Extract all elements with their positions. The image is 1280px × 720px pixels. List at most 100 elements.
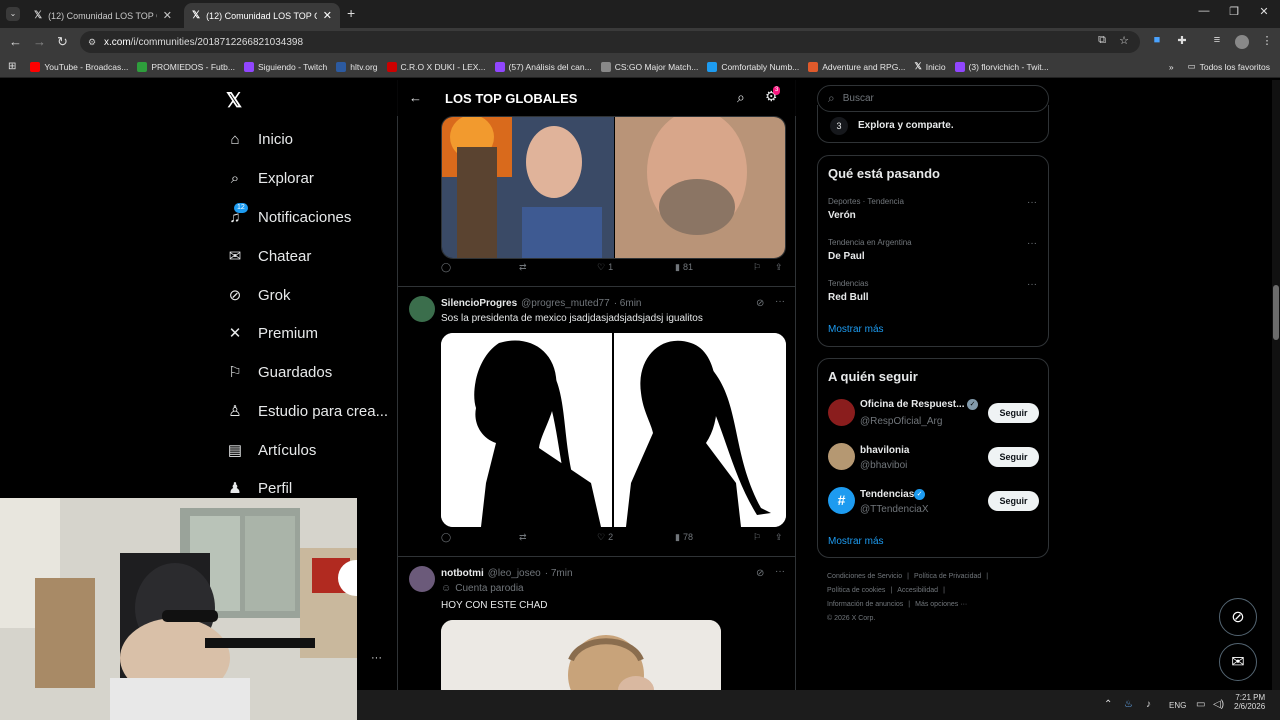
extension-icon[interactable]: ■	[1148, 34, 1166, 46]
restore-button[interactable]: ❐	[1224, 5, 1244, 18]
follow-show-more-link[interactable]: Mostrar más	[828, 536, 884, 547]
browser-tab-1[interactable]: 𝕏 (12) Comunidad LOS TOP GLOB... ✕	[26, 3, 180, 28]
like-button[interactable]: ♡ 1	[597, 262, 613, 273]
bookmark-item[interactable]: Comfortably Numb...	[707, 61, 799, 72]
microphone-icon[interactable]: ♪	[1146, 699, 1151, 710]
post-author-name[interactable]: SilencioProgres	[441, 298, 517, 309]
media-controls-icon[interactable]: ≡	[1208, 34, 1226, 46]
trend-more-icon[interactable]: ···	[1027, 197, 1037, 208]
tab-close-icon[interactable]: ✕	[163, 9, 172, 22]
share-button[interactable]: ⇪	[775, 532, 783, 543]
hashtag-avatar-icon[interactable]: #	[828, 487, 855, 514]
reply-button[interactable]: ◯	[441, 532, 451, 543]
bookmark-item[interactable]: CS:GO Major Match...	[600, 61, 698, 72]
views-button[interactable]: ▮ 78	[675, 532, 693, 543]
step-text[interactable]: Explora y comparte.	[858, 120, 954, 131]
star-icon[interactable]: ☆	[1115, 34, 1133, 47]
post-author-handle[interactable]: @progres_muted77	[521, 298, 610, 309]
trend-item[interactable]: Tendencias Red Bull ···	[818, 276, 1048, 314]
post-author-name[interactable]: notbotmi	[441, 568, 484, 579]
nav-item-studio[interactable]: ♙ Estudio para crea...	[226, 396, 388, 426]
trend-item[interactable]: Deportes · Tendencia Verón ···	[818, 194, 1048, 232]
follow-button[interactable]: Seguir	[988, 403, 1039, 423]
follow-suggestion[interactable]: # Tendencias ✓ @TTendenciaX Seguir	[818, 485, 1048, 521]
new-tab-button[interactable]: +	[347, 5, 355, 21]
post-author-handle[interactable]: @leo_joseo	[488, 568, 541, 579]
all-favorites-folder[interactable]: ▭ Todos los favoritos	[1188, 61, 1270, 72]
steam-tray-icon[interactable]: ♨	[1124, 699, 1133, 710]
bookmark-item[interactable]: C.R.O X DUKI - LEX...	[386, 61, 486, 72]
language-indicator[interactable]: ENG	[1169, 701, 1186, 710]
scrollbar-thumb[interactable]	[1273, 285, 1279, 340]
taskbar-clock[interactable]: 7:21 PM 2/6/2026	[1234, 693, 1265, 711]
views-button[interactable]: ▮ 81	[675, 262, 693, 273]
minimize-button[interactable]: —	[1194, 5, 1214, 17]
post-time[interactable]: · 6min	[614, 298, 642, 309]
tray-chevron-icon[interactable]: ⌃	[1104, 699, 1112, 710]
post-media[interactable]	[441, 620, 721, 690]
page-scrollbar[interactable]	[1272, 80, 1280, 690]
nav-item-notifications[interactable]: ♫ 12 Notificaciones	[226, 202, 351, 232]
forward-button[interactable]: →	[33, 34, 46, 49]
repost-button[interactable]: ⇄	[519, 532, 527, 543]
extensions-puzzle-icon[interactable]: ✚	[1173, 34, 1191, 47]
bookmark-item[interactable]: YouTube - Broadcas...	[30, 61, 128, 72]
nav-item-explore[interactable]: ⌕ Explorar	[226, 163, 314, 193]
avatar[interactable]	[828, 399, 855, 426]
post-more-icon[interactable]: ···	[775, 566, 785, 577]
messages-fab-button[interactable]: ✉	[1219, 643, 1257, 681]
follow-suggestion[interactable]: bhavilonia @bhaviboi Seguir	[818, 441, 1048, 477]
trend-item[interactable]: Tendencia en Argentina De Paul ···	[818, 235, 1048, 273]
browser-menu-icon[interactable]: ⋮	[1258, 34, 1276, 47]
bookmark-button[interactable]: ⚐	[753, 532, 761, 543]
nav-item-articles[interactable]: ▤ Artículos	[226, 435, 316, 465]
browser-tab-2[interactable]: 𝕏 (12) Comunidad LOS TOP GLOB... ✕	[184, 3, 340, 28]
like-button[interactable]: ♡ 2	[597, 532, 613, 543]
search-icon[interactable]: ⌕	[737, 89, 745, 106]
tab-close-icon[interactable]: ✕	[323, 9, 332, 22]
grok-fab-button[interactable]: ⊘	[1219, 598, 1257, 636]
bookmark-item[interactable]: Adventure and RPG...	[808, 61, 905, 72]
follow-button[interactable]: Seguir	[988, 447, 1039, 467]
nav-item-home[interactable]: ⌂ Inicio	[226, 124, 293, 154]
site-info-icon[interactable]: ⚙	[88, 37, 96, 48]
share-button[interactable]: ⇪	[775, 262, 783, 273]
back-button[interactable]: ←	[9, 34, 22, 49]
nav-item-premium[interactable]: ✕ Premium	[226, 318, 318, 348]
avatar[interactable]	[409, 296, 435, 322]
follow-button[interactable]: Seguir	[988, 491, 1039, 511]
bookmark-item[interactable]: Siguiendo - Twitch	[243, 61, 327, 72]
post-time[interactable]: · 7min	[545, 568, 573, 579]
more-bookmarks-icon[interactable]: »	[1169, 62, 1174, 72]
network-icon[interactable]: ▭	[1196, 699, 1205, 710]
account-more-icon[interactable]: ···	[371, 652, 382, 664]
close-window-button[interactable]: ✕	[1254, 5, 1274, 18]
bookmark-item[interactable]: PROMIEDOS - Futb...	[137, 61, 235, 72]
bookmark-item[interactable]: hltv.org	[336, 61, 378, 72]
volume-icon[interactable]: ◁)	[1213, 699, 1224, 710]
back-arrow-icon[interactable]: ←	[409, 90, 422, 105]
reply-button[interactable]: ◯	[441, 262, 451, 273]
profile-avatar[interactable]	[1235, 35, 1249, 49]
post-more-icon[interactable]: ···	[775, 296, 785, 307]
trend-more-icon[interactable]: ···	[1027, 279, 1037, 290]
follow-suggestion[interactable]: Oficina de Respuest... ✓ @RespOficial_Ar…	[818, 397, 1048, 433]
nav-item-chat[interactable]: ✉ Chatear	[226, 241, 312, 271]
reload-button[interactable]: ↻	[57, 34, 68, 50]
avatar[interactable]	[409, 566, 435, 592]
install-app-icon[interactable]: ⧉	[1093, 34, 1111, 47]
trend-more-icon[interactable]: ···	[1027, 238, 1037, 249]
bookmark-button[interactable]: ⚐	[753, 262, 761, 273]
apps-grid-icon[interactable]: ⊞	[8, 61, 16, 72]
post-media[interactable]	[441, 333, 786, 527]
bookmark-item[interactable]: 𝕏 Inicio	[914, 61, 945, 72]
grok-icon[interactable]: ⊘	[756, 298, 764, 309]
bookmark-item[interactable]: (57) Análisis del can...	[494, 61, 592, 72]
x-logo-icon[interactable]: 𝕏	[226, 88, 242, 113]
bookmark-item[interactable]: (3) florvichich - Twit...	[954, 61, 1049, 72]
nav-item-bookmarks[interactable]: ⚐ Guardados	[226, 357, 332, 387]
nav-item-grok[interactable]: ⊘ Grok	[226, 280, 291, 310]
grok-icon[interactable]: ⊘	[756, 568, 764, 579]
repost-button[interactable]: ⇄	[519, 262, 527, 273]
tab-search-button[interactable]: ⌄	[6, 7, 20, 21]
